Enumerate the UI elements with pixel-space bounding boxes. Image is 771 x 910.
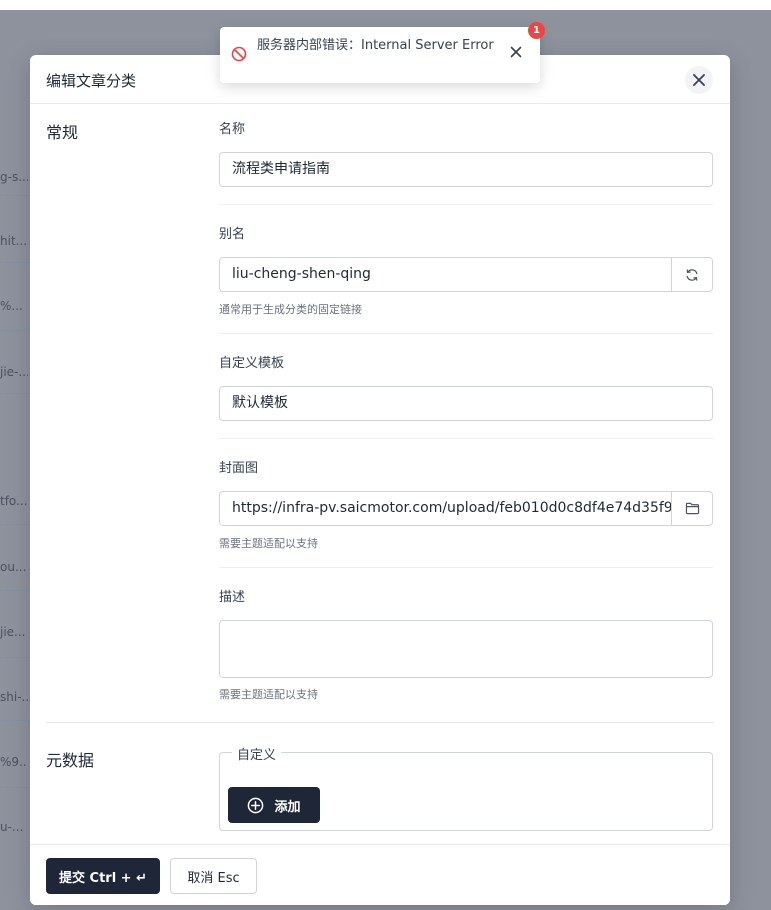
regenerate-slug-button[interactable]	[671, 258, 712, 291]
custom-meta-fieldset: 自定义 添加	[219, 744, 713, 831]
list-item: jie-...	[0, 365, 28, 379]
name-label: 名称	[219, 122, 246, 137]
toast-message: 服务器内部错误：Internal Server Error	[257, 38, 494, 53]
cancel-button[interactable]: 取消 Esc	[170, 858, 257, 894]
slug-label: 别名	[219, 227, 246, 242]
list-item: %9...	[0, 755, 28, 769]
plus-circle-icon	[248, 797, 264, 813]
name-input[interactable]: 流程类申请指南	[219, 152, 713, 187]
row-divider	[0, 262, 30, 263]
slug-hint: 通常用于生成分类的固定链接	[219, 303, 362, 316]
cover-input[interactable]: https://infra-pv.saicmotor.com/upload/fe…	[220, 492, 671, 525]
list-item: g-s...	[0, 170, 28, 184]
custom-meta-legend: 自定义	[232, 744, 282, 763]
list-item: ou...	[0, 560, 27, 574]
description-textarea[interactable]	[219, 620, 713, 678]
browse-file-button[interactable]	[671, 492, 712, 525]
top-bar	[0, 0, 771, 10]
dialog-close-button[interactable]	[685, 66, 713, 94]
field-divider	[219, 567, 713, 568]
error-toast: 服务器内部错误：Internal Server Error 1	[220, 22, 545, 83]
row-divider	[0, 787, 30, 788]
row-divider	[0, 330, 30, 331]
add-meta-button[interactable]: 添加	[228, 787, 320, 823]
row-divider	[0, 720, 30, 721]
row-divider	[0, 590, 30, 591]
edit-category-dialog: 编辑文章分类 常规 名称 流程类申请指南 别名 liu-cheng-shen-q…	[30, 55, 730, 905]
field-divider	[219, 204, 713, 205]
section-meta-label: 元数据	[46, 751, 95, 770]
close-icon[interactable]	[510, 46, 522, 58]
list-item: u-...	[0, 820, 24, 834]
field-divider	[219, 333, 713, 334]
description-label: 描述	[219, 590, 246, 605]
refresh-icon	[686, 268, 698, 281]
list-item: shi-...	[0, 690, 28, 704]
list-item: tfo...	[0, 494, 28, 508]
cover-field: https://infra-pv.saicmotor.com/upload/fe…	[219, 491, 713, 526]
slug-field: liu-cheng-shen-qing	[219, 257, 713, 292]
slug-input[interactable]: liu-cheng-shen-qing	[220, 258, 671, 291]
dialog-title: 编辑文章分类	[46, 72, 137, 90]
template-select[interactable]: 默认模板	[219, 386, 713, 421]
cover-label: 封面图	[219, 461, 259, 476]
field-divider	[219, 438, 713, 439]
row-divider	[0, 195, 30, 196]
dialog-footer: 提交 Ctrl + ↵ 取消 Esc	[30, 844, 730, 905]
section-general-label: 常规	[46, 123, 79, 142]
notification-count-badge: 1	[528, 22, 545, 39]
section-divider	[46, 722, 714, 723]
row-divider	[0, 524, 30, 525]
template-label: 自定义模板	[219, 356, 285, 371]
list-item: jie...	[0, 625, 26, 639]
add-meta-label: 添加	[274, 799, 301, 815]
description-hint: 需要主题适配以支持	[219, 688, 318, 701]
close-icon	[693, 74, 705, 86]
list-item: hit...	[0, 234, 28, 248]
error-icon	[231, 46, 247, 62]
folder-icon	[685, 502, 699, 515]
submit-button[interactable]: 提交 Ctrl + ↵	[46, 858, 160, 894]
list-item: %...	[0, 299, 23, 313]
row-divider	[0, 657, 30, 658]
cover-hint: 需要主题适配以支持	[219, 537, 318, 550]
row-divider	[0, 393, 30, 394]
